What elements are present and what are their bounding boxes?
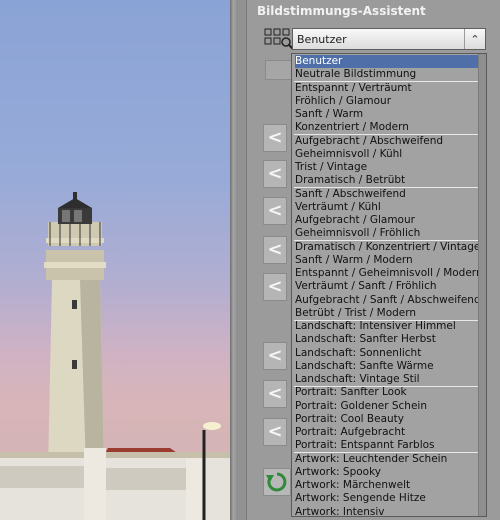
prev-button-2[interactable]: < <box>263 160 287 188</box>
prev-button-6[interactable]: < <box>263 342 287 370</box>
dropdown-scrollbar[interactable] <box>478 54 486 516</box>
dropdown-option[interactable]: Aufgebracht / Glamour <box>295 214 481 227</box>
dropdown-option[interactable]: Trist / Vintage <box>295 161 481 174</box>
dropdown-option[interactable]: Artwork: Spooky <box>295 466 481 479</box>
lighthouse-image <box>0 192 230 520</box>
dropdown-option[interactable]: Geheimnisvoll / Fröhlich <box>295 227 481 240</box>
dropdown-option[interactable]: Artwork: Märchenwelt <box>295 479 481 492</box>
dropdown-option[interactable]: Fröhlich / Glamour <box>295 95 481 108</box>
chevron-left-icon: < <box>267 200 283 221</box>
chevron-up-icon[interactable]: ⌃ <box>464 29 485 49</box>
prev-button-3[interactable]: < <box>263 197 287 225</box>
photo-canvas <box>0 0 230 520</box>
prev-button-5[interactable]: < <box>263 273 287 301</box>
reset-button[interactable] <box>263 468 291 496</box>
dropdown-option[interactable]: Artwork: Intensiv <box>295 506 481 517</box>
dropdown-option[interactable]: Portrait: Sanfter Look <box>295 386 481 399</box>
dropdown-option[interactable]: Portrait: Aufgebracht <box>295 426 481 439</box>
dropdown-option[interactable]: Landschaft: Sonnenlicht <box>295 347 481 360</box>
dropdown-option[interactable]: Landschaft: Sanfte Wärme <box>295 360 481 373</box>
prev-button-1[interactable]: < <box>263 124 287 152</box>
mood-preset-select[interactable]: Benutzer ⌃ <box>292 28 486 50</box>
dropdown-option[interactable]: Landschaft: Vintage Stil <box>295 373 481 386</box>
chevron-left-icon: < <box>267 421 283 442</box>
dropdown-option[interactable]: Dramatisch / Konzentriert / Vintage <box>295 241 481 254</box>
dropdown-option[interactable]: Landschaft: Intensiver Himmel <box>295 320 481 333</box>
dropdown-option[interactable]: Sanft / Abschweifend <box>295 188 481 201</box>
select-current-value: Benutzer <box>297 33 347 46</box>
dropdown-option[interactable]: Entspannt / Verträumt <box>295 82 481 95</box>
dropdown-option[interactable]: Betrübt / Trist / Modern <box>295 307 481 320</box>
chevron-left-icon: < <box>267 345 283 366</box>
mood-preset-dropdown[interactable]: Benutzer Neutrale Bildstimmung Entspannt /… <box>291 53 487 517</box>
panel-title: Bildstimmungs-Assistent <box>257 4 426 18</box>
chevron-left-icon: < <box>267 163 283 184</box>
dropdown-option[interactable]: Verträumt / Sanft / Fröhlich <box>295 280 481 293</box>
dropdown-option[interactable]: Konzentriert / Modern <box>295 121 481 134</box>
dropdown-option[interactable]: Sanft / Warm <box>295 108 481 121</box>
dropdown-option[interactable]: Benutzer <box>295 55 481 68</box>
dropdown-option[interactable]: Portrait: Goldener Schein <box>295 400 481 413</box>
dropdown-option[interactable]: Aufgebracht / Abschweifend <box>295 135 481 148</box>
dropdown-option[interactable]: Artwork: Sengende Hitze <box>295 492 481 505</box>
dropdown-option[interactable]: Landschaft: Sanfter Herbst <box>295 333 481 346</box>
dropdown-option[interactable]: Entspannt / Geheimnisvoll / Modern <box>295 267 483 280</box>
dropdown-option[interactable]: Portrait: Entspannt Farblos <box>295 439 481 452</box>
chevron-left-icon: < <box>267 276 283 297</box>
grid-view-icon[interactable] <box>264 28 294 50</box>
prev-button-4[interactable]: < <box>263 236 287 264</box>
dropdown-option[interactable]: Geheimnisvoll / Kühl <box>295 148 481 161</box>
dropdown-option[interactable]: Aufgebracht / Sanft / Abschweifend <box>295 294 481 307</box>
dropdown-option[interactable]: Portrait: Cool Beauty <box>295 413 481 426</box>
dropdown-option[interactable]: Sanft / Warm / Modern <box>295 254 481 267</box>
dropdown-option[interactable]: Verträumt / Kühl <box>295 201 481 214</box>
panel-divider[interactable] <box>230 0 238 520</box>
dropdown-option[interactable]: Artwork: Leuchtender Schein <box>295 453 481 466</box>
dropdown-option[interactable]: Neutrale Bildstimmung <box>295 68 481 81</box>
dropdown-option[interactable]: Dramatisch / Betrübt <box>295 174 481 187</box>
reset-icon <box>266 472 287 492</box>
chevron-left-icon: < <box>267 127 283 148</box>
prev-button-8[interactable]: < <box>263 418 287 446</box>
prev-button-7[interactable]: < <box>263 380 287 408</box>
chevron-left-icon: < <box>267 383 283 404</box>
chevron-left-icon: < <box>267 239 283 260</box>
